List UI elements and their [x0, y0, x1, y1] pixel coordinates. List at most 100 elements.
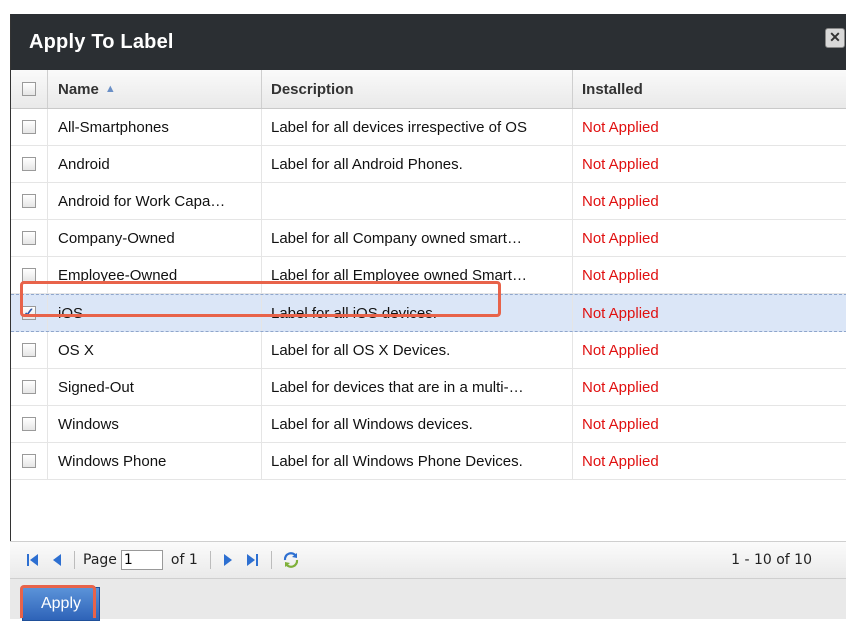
row-installed-status: Not Applied — [582, 341, 659, 359]
row-description: Label for all devices irrespective of OS — [271, 118, 527, 136]
column-header-name[interactable]: Name ▲ — [48, 70, 262, 108]
select-all-cell — [11, 70, 48, 108]
dialog-titlebar: Apply To Label ✕ — [11, 14, 846, 70]
paging-count-text: 1 - 10 of 10 — [731, 552, 812, 568]
pager-separator — [270, 551, 272, 569]
row-checkbox[interactable] — [22, 157, 36, 171]
row-installed-cell: Not Applied — [573, 146, 846, 182]
apply-button[interactable]: Apply — [22, 587, 100, 621]
row-checkbox[interactable]: ✓ — [22, 306, 36, 320]
table-row[interactable]: Employee-Owned Label for all Employee own… — [11, 257, 846, 294]
row-description: Label for all Company owned smart… — [271, 229, 522, 247]
row-name-cell: Company-Owned — [48, 220, 262, 256]
row-description-cell: Label for all Windows Phone Devices. — [262, 443, 573, 479]
row-check-cell — [11, 257, 48, 293]
sort-ascending-icon: ▲ — [104, 83, 116, 95]
row-check-cell — [11, 183, 48, 219]
row-description-cell: Label for all OS X Devices. — [262, 332, 573, 368]
row-check-cell: ✓ — [11, 295, 48, 331]
table-row[interactable]: All-Smartphones Label for all devices irr… — [11, 109, 846, 146]
row-name-cell: All-Smartphones — [48, 109, 262, 145]
row-check-cell — [11, 443, 48, 479]
select-all-checkbox[interactable] — [22, 82, 36, 96]
row-description: Label for all Employee owned Smart… — [271, 266, 527, 284]
row-name-cell: OS X — [48, 332, 262, 368]
row-checkbox[interactable] — [22, 231, 36, 245]
row-installed-status: Not Applied — [582, 452, 659, 470]
row-installed-cell: Not Applied — [573, 257, 846, 293]
row-description: Label for devices that are in a multi-… — [271, 378, 524, 396]
pager-separator — [74, 551, 75, 569]
row-name: All-Smartphones — [58, 118, 169, 136]
column-header-description[interactable]: Description — [262, 70, 573, 108]
refresh-icon[interactable] — [282, 551, 300, 569]
grid-body: All-Smartphones Label for all devices irr… — [11, 109, 846, 480]
next-page-icon[interactable] — [223, 553, 233, 567]
row-description-cell: Label for all Windows devices. — [262, 406, 573, 442]
page-label: Page — [83, 552, 117, 568]
row-description-cell: Label for devices that are in a multi-… — [262, 369, 573, 405]
row-name: Signed-Out — [58, 378, 134, 396]
row-checkbox[interactable] — [22, 380, 36, 394]
row-installed-status: Not Applied — [582, 415, 659, 433]
table-row[interactable]: Windows Phone Label for all Windows Phone… — [11, 443, 846, 480]
row-installed-status: Not Applied — [582, 118, 659, 136]
row-description: Label for all iOS devices. — [271, 304, 437, 322]
row-installed-cell: Not Applied — [573, 109, 846, 145]
close-icon[interactable]: ✕ — [825, 28, 845, 48]
row-installed-cell: Not Applied — [573, 443, 846, 479]
table-row[interactable]: Windows Label for all Windows devices. Not… — [11, 406, 846, 443]
row-checkbox[interactable] — [22, 343, 36, 357]
row-name-cell: Signed-Out — [48, 369, 262, 405]
row-installed-status: Not Applied — [582, 378, 659, 396]
row-description-cell: Label for all iOS devices. — [262, 295, 573, 331]
row-check-cell — [11, 109, 48, 145]
row-description-cell: Label for all Android Phones. — [262, 146, 573, 182]
row-checkbox[interactable] — [22, 194, 36, 208]
row-name-cell: Android — [48, 146, 262, 182]
dialog-footer: Apply — [10, 578, 846, 621]
column-header-installed[interactable]: Installed — [573, 70, 846, 108]
row-name: Company-Owned — [58, 229, 175, 247]
row-checkbox[interactable] — [22, 268, 36, 282]
table-row[interactable]: Signed-Out Label for devices that are in … — [11, 369, 846, 406]
column-header-installed-label: Installed — [582, 80, 643, 98]
pager-separator — [209, 551, 211, 569]
row-name: Windows — [58, 415, 119, 433]
row-check-cell — [11, 146, 48, 182]
row-checkbox[interactable] — [22, 417, 36, 431]
apply-to-label-dialog: Apply To Label ✕ Name ▲ Description Inst… — [10, 14, 846, 618]
row-description: Label for all Android Phones. — [271, 155, 463, 173]
last-page-icon[interactable] — [245, 553, 259, 567]
row-checkbox[interactable] — [22, 454, 36, 468]
row-name: iOS — [58, 304, 84, 322]
page-total-label: of 1 — [170, 552, 198, 568]
table-row[interactable]: Company-Owned Label for all Company owned… — [11, 220, 846, 257]
row-name: Android — [58, 155, 110, 173]
row-installed-status: Not Applied — [582, 155, 659, 173]
prev-page-icon[interactable] — [52, 553, 62, 567]
first-page-icon[interactable] — [26, 553, 40, 567]
row-checkbox[interactable] — [22, 120, 36, 134]
row-installed-status: Not Applied — [582, 304, 659, 322]
row-name-cell: Windows — [48, 406, 262, 442]
row-name-cell: Windows Phone — [48, 443, 262, 479]
row-name: Android for Work Capa… — [58, 192, 226, 210]
row-description: Label for all OS X Devices. — [271, 341, 451, 359]
column-header-description-label: Description — [271, 80, 354, 98]
paging-toolbar: Page of 1 1 - 10 of 10 — [10, 541, 846, 578]
dialog-title: Apply To Label — [29, 30, 174, 53]
table-row[interactable]: Android Label for all Android Phones. Not … — [11, 146, 846, 183]
table-row[interactable]: ✓ iOS Label for all iOS devices. Not Applie… — [11, 294, 846, 332]
column-header-name-label: Name — [58, 80, 99, 98]
page-number-input[interactable] — [120, 550, 163, 570]
row-installed-cell: Not Applied — [573, 220, 846, 256]
row-description-cell — [262, 183, 573, 219]
row-check-cell — [11, 369, 48, 405]
row-description-cell: Label for all Employee owned Smart… — [262, 257, 573, 293]
row-installed-cell: Not Applied — [573, 406, 846, 442]
row-check-cell — [11, 332, 48, 368]
table-row[interactable]: OS X Label for all OS X Devices. Not Appli… — [11, 332, 846, 369]
table-row[interactable]: Android for Work Capa… Not Applied — [11, 183, 846, 220]
row-description-cell: Label for all devices irrespective of OS — [262, 109, 573, 145]
